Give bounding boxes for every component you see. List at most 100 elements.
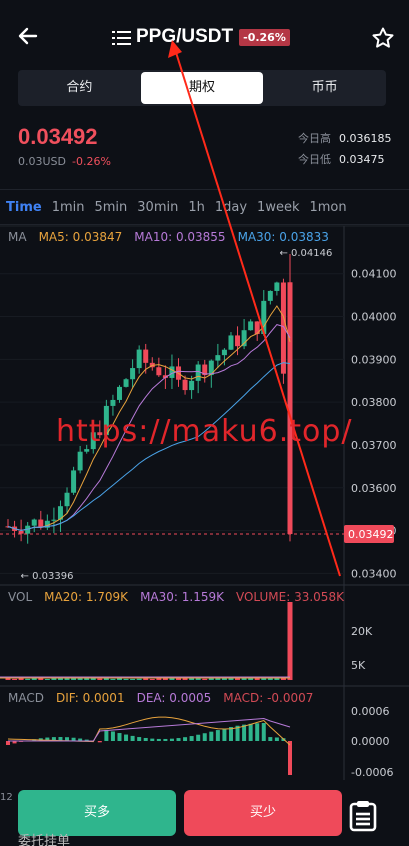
- volume-bar: [195, 678, 201, 680]
- candle-body: [267, 290, 273, 301]
- kline-chart[interactable]: 0.04100 0.04000 0.03900 0.03800 0.03700 0.036…: [0, 0, 409, 790]
- candle-body: [280, 282, 286, 374]
- macd-bar: [242, 724, 247, 741]
- ma-label: MA: [8, 230, 27, 244]
- price-tick-label: 0.03800: [351, 396, 397, 409]
- macd-bar: [248, 723, 253, 741]
- candle-body: [248, 321, 254, 331]
- candle-body: [123, 379, 129, 387]
- volume-bar: [12, 678, 18, 680]
- volume-bar: [261, 678, 267, 680]
- dif-value: DIF: 0.0001: [55, 691, 125, 705]
- macd-bar: [117, 733, 122, 741]
- volume-bar: [143, 678, 149, 680]
- vol-label: VOL: [8, 590, 33, 604]
- volume-bar: [110, 678, 116, 680]
- macd-bar: [268, 737, 273, 741]
- candle-body: [136, 349, 142, 369]
- candle-body: [189, 380, 195, 391]
- volume-bar: [241, 678, 247, 680]
- last-price-tag: 0.03492: [348, 528, 394, 541]
- volume-bar: [162, 678, 168, 680]
- annotation-arrow: [173, 45, 341, 577]
- clipboard-icon[interactable]: [348, 800, 377, 832]
- ma30-value: MA30: 0.03833: [237, 230, 329, 244]
- volume-bar: [221, 678, 227, 680]
- macd-bar: [202, 733, 207, 741]
- candle-body: [31, 519, 37, 526]
- volume-bar: [31, 678, 37, 680]
- watermark-text: https://maku6.top/: [56, 414, 353, 449]
- macd-bar: [143, 737, 148, 741]
- price-tick-label: 0.03900: [351, 353, 397, 366]
- macd-bar: [169, 738, 174, 741]
- volume-bar: [57, 678, 63, 680]
- macd-label: MACD: [8, 691, 44, 705]
- candle-body: [182, 379, 188, 391]
- macd-bar: [163, 738, 168, 741]
- macd-bar: [288, 741, 292, 775]
- vol-ma30: MA30: 1.159K: [140, 590, 224, 604]
- volume-bar: [202, 678, 208, 680]
- macd-tick-label: -0.0006: [351, 766, 393, 779]
- macd-tick-label: 0.0006: [351, 705, 390, 718]
- min-price-label: ← 0.03396: [21, 571, 74, 582]
- volume-value: VOLUME: 33.058K: [235, 590, 344, 604]
- macd-bar: [274, 737, 279, 741]
- macd-bar: [104, 729, 109, 741]
- macd-bar: [189, 736, 194, 741]
- macd-bar: [215, 730, 220, 741]
- candle-body: [228, 335, 234, 350]
- volume-bar: [123, 678, 129, 680]
- annotation-arrowhead: [168, 40, 182, 58]
- macd-bar: [6, 741, 10, 745]
- vol-tick-label: 20K: [351, 625, 373, 638]
- vol-tick-label: 5K: [351, 659, 366, 672]
- macd-bar: [150, 738, 155, 741]
- ma-legend: MA MA5: 0.03847 MA10: 0.03855 MA30: 0.03…: [8, 230, 329, 244]
- volume-bar: [44, 678, 50, 680]
- macd-bar: [183, 737, 188, 741]
- candle-body: [51, 519, 57, 521]
- candle-body: [116, 386, 122, 400]
- candle-body: [195, 364, 201, 381]
- volume-bar: [103, 678, 109, 680]
- macd-tick-label: 0.0000: [351, 735, 390, 748]
- pending-orders-label: 委托挂单: [18, 834, 71, 846]
- candle-body: [156, 367, 162, 376]
- time-axis-label: 12: [0, 792, 13, 803]
- macd-legend: MACD DIF: 0.0001 DEA: 0.0005 MACD: -0.00…: [8, 691, 313, 705]
- volume-bar: [25, 678, 31, 680]
- volume-bar: [71, 678, 77, 680]
- volume-bar: [18, 678, 24, 680]
- candle-body: [110, 399, 116, 406]
- max-price-label: ← 0.04146: [279, 248, 332, 259]
- volume-bar: [130, 678, 136, 680]
- volume-bar: [169, 678, 175, 680]
- candle-body: [143, 349, 149, 363]
- volume-bar: [149, 678, 155, 680]
- candle-body: [215, 355, 221, 361]
- candle-body: [77, 451, 83, 471]
- ma5-value: MA5: 0.03847: [38, 230, 123, 244]
- vol-legend: VOL MA20: 1.709K MA30: 1.159K VOLUME: 33…: [8, 590, 344, 604]
- volume-bar: [136, 678, 142, 680]
- price-tick-label: 0.03400: [351, 567, 397, 580]
- macd-value: MACD: -0.0007: [223, 691, 314, 705]
- macd-bar: [176, 738, 181, 741]
- candle-body: [274, 282, 280, 291]
- macd-bar: [97, 741, 102, 743]
- volume-bar: [287, 602, 293, 680]
- vol-ma20: MA20: 1.709K: [44, 590, 129, 604]
- candle-body: [84, 449, 90, 452]
- dea-value: DEA: 0.0005: [136, 691, 212, 705]
- candle-body: [221, 349, 227, 356]
- volume-bar: [38, 678, 44, 680]
- macd-bar: [209, 731, 214, 741]
- macd-bar: [222, 728, 227, 741]
- candle-body: [235, 335, 241, 347]
- macd-bar: [124, 734, 129, 741]
- buy-short-button[interactable]: 买少: [184, 790, 342, 836]
- dea-line: [8, 717, 291, 742]
- price-tick-label: 0.03600: [351, 482, 397, 495]
